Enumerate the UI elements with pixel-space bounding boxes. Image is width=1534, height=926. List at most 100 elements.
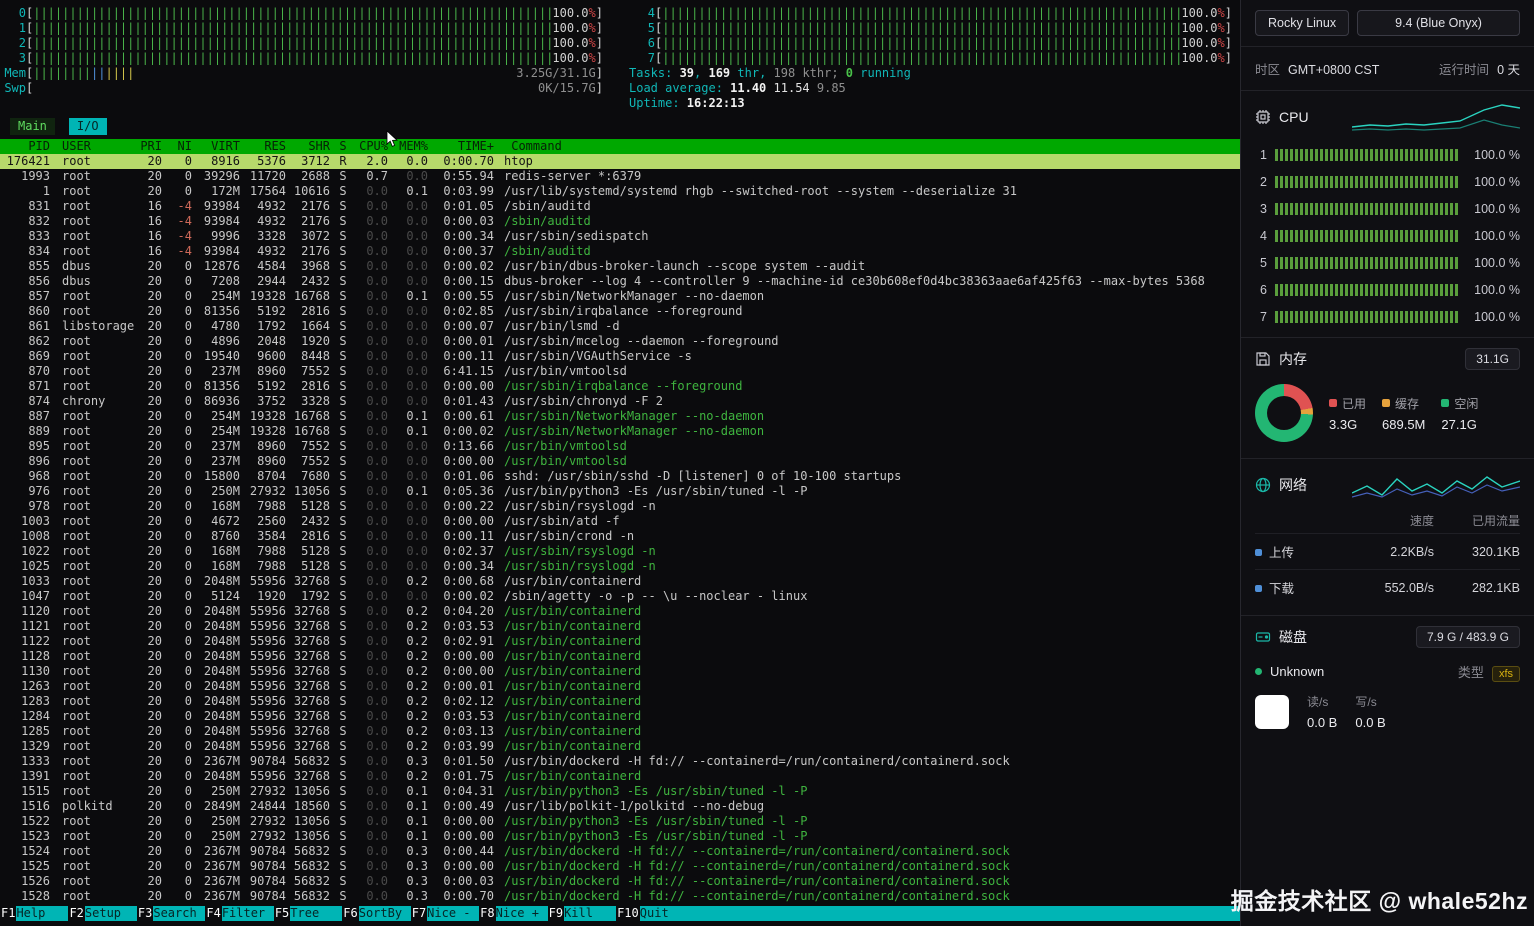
process-virt: 250M [196,829,244,844]
process-row[interactable]: 1025 root 20 0 168M 7988 5128 S 0.0 0.0 … [0,559,1240,574]
process-row[interactable]: 869 root 20 0 19540 9600 8448 S 0.0 0.0 … [0,349,1240,364]
process-row[interactable]: 856 dbus 20 0 7208 2944 2432 S 0.0 0.0 0… [0,274,1240,289]
legend-label: 缓存 [1395,395,1419,412]
process-ni: 0 [166,529,196,544]
process-row[interactable]: 1329 root 20 0 2048M 55956 32768 S 0.0 0… [0,739,1240,754]
process-virt: 4780 [196,319,244,334]
process-row[interactable]: 833 root 16 -4 9996 3328 3072 S 0.0 0.0 … [0,229,1240,244]
process-row[interactable]: 1128 root 20 0 2048M 55956 32768 S 0.0 0… [0,649,1240,664]
process-cpu: 0.7 [352,169,392,184]
process-row[interactable]: 1 root 20 0 172M 17564 10616 S 0.0 0.1 0… [0,184,1240,199]
process-row[interactable]: 1515 root 20 0 250M 27932 13056 S 0.0 0.… [0,784,1240,799]
function-key[interactable]: F2 Setup [68,906,136,921]
process-row[interactable]: 1516 polkitd 20 0 2849M 24844 18560 S 0.… [0,799,1240,814]
process-pid: 1047 [0,589,54,604]
process-res: 55956 [244,634,290,649]
memory-legend-item: 缓存 689.5M [1382,395,1425,432]
process-row[interactable]: 1528 root 20 0 2367M 90784 56832 S 0.0 0… [0,889,1240,904]
cpu-meter: 1[ |||||||||||||||||||||||||||||||||||||… [0,21,603,36]
process-user: root [54,169,134,184]
process-row[interactable]: 1033 root 20 0 2048M 55956 32768 S 0.0 0… [0,574,1240,589]
process-row[interactable]: 1993 root 20 0 39296 11720 2688 S 0.7 0.… [0,169,1240,184]
process-row[interactable]: 1333 root 20 0 2367M 90784 56832 S 0.0 0… [0,754,1240,769]
process-row[interactable]: 895 root 20 0 237M 8960 7552 S 0.0 0.0 0… [0,439,1240,454]
function-key[interactable]: F9 Kill [548,906,616,921]
tab-main[interactable]: Main [10,118,55,135]
process-pri: 20 [134,559,166,574]
process-row[interactable]: 176421 root 20 0 8916 5376 3712 R 2.0 0.… [0,154,1240,169]
os-version-button[interactable]: 9.4 (Blue Onyx) [1357,10,1520,36]
function-key[interactable]: F10 Quit [616,906,692,921]
process-state: S [334,619,352,634]
process-command: /usr/bin/dockerd -H fd:// --containerd=/… [498,889,1240,904]
process-time: 0:00.00 [432,829,498,844]
function-key[interactable]: F5 Tree [274,906,342,921]
process-row[interactable]: 1263 root 20 0 2048M 55956 32768 S 0.0 0… [0,679,1240,694]
process-ni: 0 [166,829,196,844]
process-row[interactable]: 1047 root 20 0 5124 1920 1792 S 0.0 0.0 … [0,589,1240,604]
cpu-meter: 4[ |||||||||||||||||||||||||||||||||||||… [629,6,1232,21]
process-pri: 20 [134,604,166,619]
process-row[interactable]: 874 chrony 20 0 86936 3752 3328 S 0.0 0.… [0,394,1240,409]
process-row[interactable]: 1284 root 20 0 2048M 55956 32768 S 0.0 0… [0,709,1240,724]
process-table-body: 176421 root 20 0 8916 5376 3712 R 2.0 0.… [0,154,1240,906]
process-time: 0:03.53 [432,709,498,724]
process-table-header[interactable]: PID USER PRI NI VIRT RES SHR S CPU% MEM%… [0,139,1240,154]
process-row[interactable]: 889 root 20 0 254M 19328 16768 S 0.0 0.1… [0,424,1240,439]
process-time: 0:00.00 [432,859,498,874]
process-cpu: 0.0 [352,484,392,499]
process-row[interactable]: 861 libstorage 20 0 4780 1792 1664 S 0.0… [0,319,1240,334]
process-user: root [54,739,134,754]
process-row[interactable]: 834 root 16 -4 93984 4932 2176 S 0.0 0.0… [0,244,1240,259]
process-row[interactable]: 1391 root 20 0 2048M 55956 32768 S 0.0 0… [0,769,1240,784]
process-pid: 874 [0,394,54,409]
process-row[interactable]: 1122 root 20 0 2048M 55956 32768 S 0.0 0… [0,634,1240,649]
cpu-meter: 7[ |||||||||||||||||||||||||||||||||||||… [629,51,1232,66]
process-virt: 12876 [196,259,244,274]
process-row[interactable]: 896 root 20 0 237M 8960 7552 S 0.0 0.0 0… [0,454,1240,469]
process-row[interactable]: 978 root 20 0 168M 7988 5128 S 0.0 0.0 0… [0,499,1240,514]
process-row[interactable]: 887 root 20 0 254M 19328 16768 S 0.0 0.1… [0,409,1240,424]
process-user: root [54,769,134,784]
process-row[interactable]: 871 root 20 0 81356 5192 2816 S 0.0 0.0 … [0,379,1240,394]
process-row[interactable]: 1130 root 20 0 2048M 55956 32768 S 0.0 0… [0,664,1240,679]
function-key[interactable]: F1 Help [0,906,68,921]
process-row[interactable]: 832 root 16 -4 93984 4932 2176 S 0.0 0.0… [0,214,1240,229]
process-row[interactable]: 862 root 20 0 4896 2048 1920 S 0.0 0.0 0… [0,334,1240,349]
process-row[interactable]: 976 root 20 0 250M 27932 13056 S 0.0 0.1… [0,484,1240,499]
process-row[interactable]: 1522 root 20 0 250M 27932 13056 S 0.0 0.… [0,814,1240,829]
process-row[interactable]: 1121 root 20 0 2048M 55956 32768 S 0.0 0… [0,619,1240,634]
process-row[interactable]: 1022 root 20 0 168M 7988 5128 S 0.0 0.0 … [0,544,1240,559]
process-res: 9600 [244,349,290,364]
process-row[interactable]: 968 root 20 0 15800 8704 7680 S 0.0 0.0 … [0,469,1240,484]
tab-io[interactable]: I/O [69,118,107,135]
function-key[interactable]: F7 Nice - [411,906,479,921]
process-pri: 20 [134,799,166,814]
process-row[interactable]: 1283 root 20 0 2048M 55956 32768 S 0.0 0… [0,694,1240,709]
process-row[interactable]: 857 root 20 0 254M 19328 16768 S 0.0 0.1… [0,289,1240,304]
process-row[interactable]: 1285 root 20 0 2048M 55956 32768 S 0.0 0… [0,724,1240,739]
function-key[interactable]: F4 Filter [205,906,273,921]
process-row[interactable]: 870 root 20 0 237M 8960 7552 S 0.0 0.0 6… [0,364,1240,379]
process-row[interactable]: 860 root 20 0 81356 5192 2816 S 0.0 0.0 … [0,304,1240,319]
process-mem: 0.0 [392,364,432,379]
process-row[interactable]: 1003 root 20 0 4672 2560 2432 S 0.0 0.0 … [0,514,1240,529]
process-shr: 7680 [290,469,334,484]
process-row[interactable]: 1120 root 20 0 2048M 55956 32768 S 0.0 0… [0,604,1240,619]
process-user: root [54,379,134,394]
process-row[interactable]: 1524 root 20 0 2367M 90784 56832 S 0.0 0… [0,844,1240,859]
process-row[interactable]: 855 dbus 20 0 12876 4584 3968 S 0.0 0.0 … [0,259,1240,274]
process-mem: 0.0 [392,334,432,349]
process-state: S [334,844,352,859]
function-key[interactable]: F6 SortBy [342,906,410,921]
process-row[interactable]: 1525 root 20 0 2367M 90784 56832 S 0.0 0… [0,859,1240,874]
process-row[interactable]: 1523 root 20 0 250M 27932 13056 S 0.0 0.… [0,829,1240,844]
process-row[interactable]: 831 root 16 -4 93984 4932 2176 S 0.0 0.0… [0,199,1240,214]
function-key[interactable]: F8 Nice + [479,906,547,921]
os-name-button[interactable]: Rocky Linux [1255,10,1349,36]
process-mem: 0.0 [392,304,432,319]
process-row[interactable]: 1008 root 20 0 8760 3584 2816 S 0.0 0.0 … [0,529,1240,544]
function-key[interactable]: F3 Search [137,906,205,921]
cpu-core-row: 2 100.0 % [1255,168,1520,195]
process-row[interactable]: 1526 root 20 0 2367M 90784 56832 S 0.0 0… [0,874,1240,889]
